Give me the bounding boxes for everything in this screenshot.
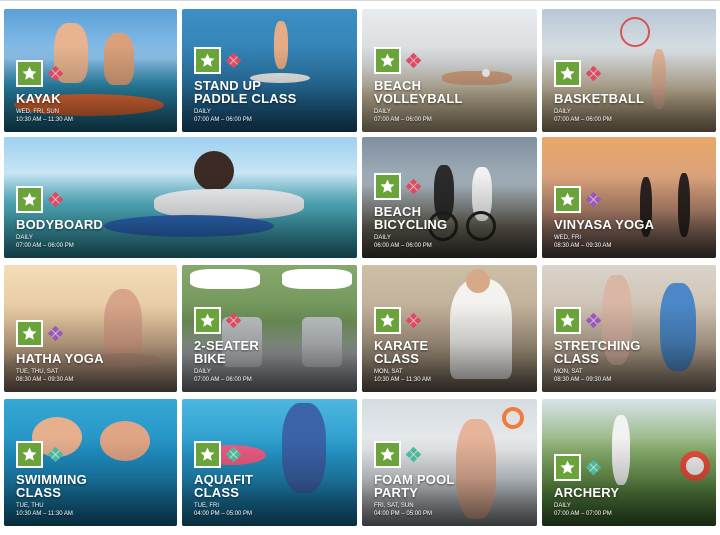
- activity-card[interactable]: AQUAFIT CLASS TUE, FRI 04:00 PM – 05:00 PM: [182, 399, 357, 526]
- activity-card[interactable]: VINYASA YOGA WED, FRI 08:30 AM – 09:30 AM: [542, 137, 716, 258]
- activity-time: 07:00 AM – 06:00 PM: [374, 117, 432, 123]
- star-icon: [554, 186, 581, 213]
- star-icon: [554, 454, 581, 481]
- activity-time: 04:00 PM – 05:00 PM: [194, 511, 253, 517]
- activity-days: DAILY: [374, 235, 391, 241]
- activity-days: DAILY: [374, 109, 391, 115]
- activity-days: WED, FRI, SUN: [16, 109, 59, 115]
- activity-time: 06:00 AM – 06:00 PM: [374, 243, 432, 249]
- activity-days: DAILY: [554, 503, 571, 509]
- activity-card[interactable]: STAND UP PADDLE CLASS DAILY 07:00 AM – 06:0…: [182, 9, 357, 132]
- activity-time: 07:00 AM – 06:00 PM: [16, 243, 74, 249]
- activity-days: MON, SAT: [554, 369, 583, 375]
- activity-title: BODYBOARD: [16, 218, 103, 231]
- activity-title: 2-SEATER BIKE: [194, 339, 259, 365]
- activity-days: WED, FRI: [554, 235, 581, 241]
- activity-title-line: PARTY: [374, 485, 419, 500]
- star-icon: [16, 60, 43, 87]
- activity-days: MON, SAT: [374, 369, 403, 375]
- star-icon: [554, 307, 581, 334]
- activity-grid: KAYAK WED, FRI, SUN 10:30 AM – 11:30 AM STA…: [0, 0, 720, 535]
- activity-title: STAND UP PADDLE CLASS: [194, 79, 297, 105]
- activity-title: BASKETBALL: [554, 92, 644, 105]
- activity-title-line: BODYBOARD: [16, 217, 104, 232]
- star-icon: [554, 60, 581, 87]
- activity-title: ARCHERY: [554, 486, 619, 499]
- activity-days: FRI, SAT, SUN: [374, 503, 414, 509]
- activity-card[interactable]: BEACH BICYCLING DAILY 06:00 AM – 06:00 PM: [362, 137, 537, 258]
- photo-detail: [502, 407, 524, 429]
- activity-time: 07:00 AM – 07:00 PM: [554, 511, 612, 517]
- activity-days: DAILY: [194, 369, 211, 375]
- activity-card[interactable]: SWIMMING CLASS TUE, THU 10:30 AM – 11:30 AM: [4, 399, 177, 526]
- activity-title-line: PADDLE CLASS: [194, 91, 297, 106]
- activity-title: FOAM POOL PARTY: [374, 473, 455, 499]
- activity-title-line: HATHA YOGA: [16, 351, 104, 366]
- activity-card[interactable]: KARATE CLASS MON, SAT 10:30 AM – 11:30 AM: [362, 265, 537, 392]
- star-icon: [16, 186, 43, 213]
- activity-title-line: ARCHERY: [554, 485, 620, 500]
- activity-title-line: VINYASA YOGA: [554, 217, 655, 232]
- activity-title: HATHA YOGA: [16, 352, 104, 365]
- activity-days: DAILY: [194, 109, 211, 115]
- star-icon: [374, 173, 401, 200]
- activity-card[interactable]: BEACH VOLLEYBALL DAILY 07:00 AM – 06:00 PM: [362, 9, 537, 132]
- activity-card[interactable]: 2-SEATER BIKE DAILY 07:00 AM – 06:00 PM: [182, 265, 357, 392]
- activity-time: 07:00 AM – 06:00 PM: [194, 377, 252, 383]
- activity-title: KAYAK: [16, 92, 61, 105]
- activity-title-line: BICYCLING: [374, 217, 448, 232]
- activity-days: TUE, THU, SAT: [16, 369, 59, 375]
- activity-time: 08:30 AM – 09:30 AM: [554, 377, 612, 383]
- activity-days: DAILY: [554, 109, 571, 115]
- star-icon: [194, 47, 221, 74]
- star-icon: [16, 320, 43, 347]
- activity-title: STRETCHING CLASS: [554, 339, 641, 365]
- activity-title: SWIMMING CLASS: [16, 473, 87, 499]
- activity-title-line: BIKE: [194, 351, 226, 366]
- activity-card[interactable]: KAYAK WED, FRI, SUN 10:30 AM – 11:30 AM: [4, 9, 177, 132]
- activity-time: 08:30 AM – 09:30 AM: [16, 377, 74, 383]
- activity-title-line: CLASS: [16, 485, 62, 500]
- activity-title-line: VOLLEYBALL: [374, 91, 463, 106]
- activity-title: VINYASA YOGA: [554, 218, 654, 231]
- star-icon: [374, 307, 401, 334]
- star-icon: [16, 441, 43, 468]
- activity-title: BEACH BICYCLING: [374, 205, 447, 231]
- activity-time: 10:30 AM – 11:30 AM: [374, 377, 431, 383]
- star-icon: [374, 441, 401, 468]
- activity-card[interactable]: ARCHERY DAILY 07:00 AM – 07:00 PM: [542, 399, 716, 526]
- activity-title-line: CLASS: [554, 351, 600, 366]
- activity-days: TUE, FRI: [194, 503, 219, 509]
- activity-title: KARATE CLASS: [374, 339, 428, 365]
- activity-title-line: KAYAK: [16, 91, 61, 106]
- activity-time: 08:30 AM – 09:30 AM: [554, 243, 612, 249]
- activity-card[interactable]: HATHA YOGA TUE, THU, SAT 08:30 AM – 09:30 …: [4, 265, 177, 392]
- star-icon: [194, 441, 221, 468]
- activity-days: TUE, THU: [16, 503, 44, 509]
- photo-detail: [282, 269, 352, 289]
- photo-detail: [620, 17, 650, 47]
- activity-title-line: BASKETBALL: [554, 91, 645, 106]
- activity-time: 04:00 PM – 05:00 PM: [374, 511, 433, 517]
- activity-card[interactable]: STRETCHING CLASS MON, SAT 08:30 AM – 09:30 …: [542, 265, 716, 392]
- activity-time: 07:00 AM – 06:00 PM: [194, 117, 252, 123]
- activity-title-line: CLASS: [194, 485, 240, 500]
- activity-time: 07:00 AM – 06:00 PM: [554, 117, 612, 123]
- activity-time: 10:30 AM – 11:30 AM: [16, 117, 73, 123]
- activity-card[interactable]: BASKETBALL DAILY 07:00 AM – 06:00 PM: [542, 9, 716, 132]
- activity-title: AQUAFIT CLASS: [194, 473, 253, 499]
- activity-title: BEACH VOLLEYBALL: [374, 79, 463, 105]
- photo-detail: [190, 269, 260, 289]
- star-icon: [194, 307, 221, 334]
- activity-time: 10:30 AM – 11:30 AM: [16, 511, 73, 517]
- activity-title-line: CLASS: [374, 351, 420, 366]
- activity-card[interactable]: FOAM POOL PARTY FRI, SAT, SUN 04:00 PM – 05…: [362, 399, 537, 526]
- photo-detail: [466, 269, 490, 293]
- activity-card[interactable]: BODYBOARD DAILY 07:00 AM – 06:00 PM: [4, 137, 357, 258]
- activity-days: DAILY: [16, 235, 33, 241]
- star-icon: [374, 47, 401, 74]
